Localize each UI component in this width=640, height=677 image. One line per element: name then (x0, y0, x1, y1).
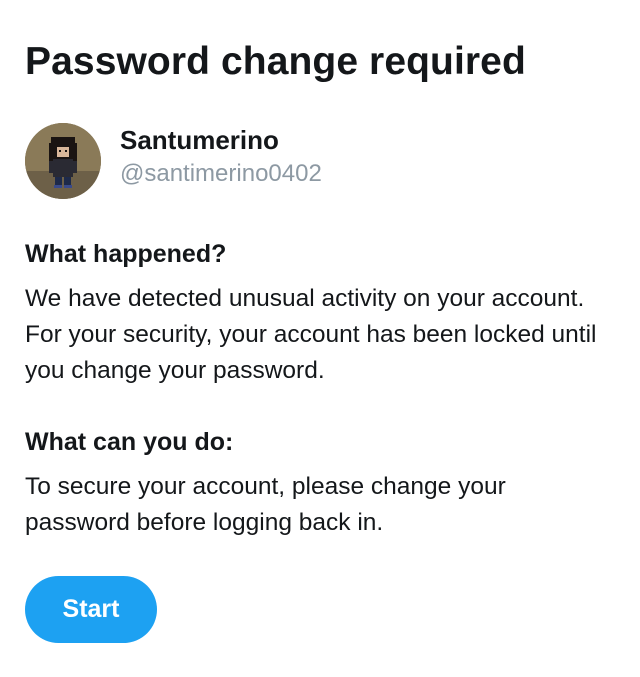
user-handle: @santimerino0402 (120, 160, 322, 187)
pixel-character-icon (25, 123, 101, 199)
avatar (25, 123, 101, 199)
what-happened-heading: What happened? (25, 240, 227, 268)
what-can-you-do-heading: What can you do: (25, 428, 234, 456)
what-can-you-do-text: To secure your account, please change yo… (25, 473, 506, 536)
start-button[interactable]: Start (25, 576, 157, 643)
user-info: Santumerino @santimerino0402 (25, 123, 615, 201)
user-display-name: Santumerino (120, 125, 279, 155)
what-happened-text: We have detected unusual activity on you… (25, 285, 597, 384)
page-title: Password change required (25, 40, 526, 83)
